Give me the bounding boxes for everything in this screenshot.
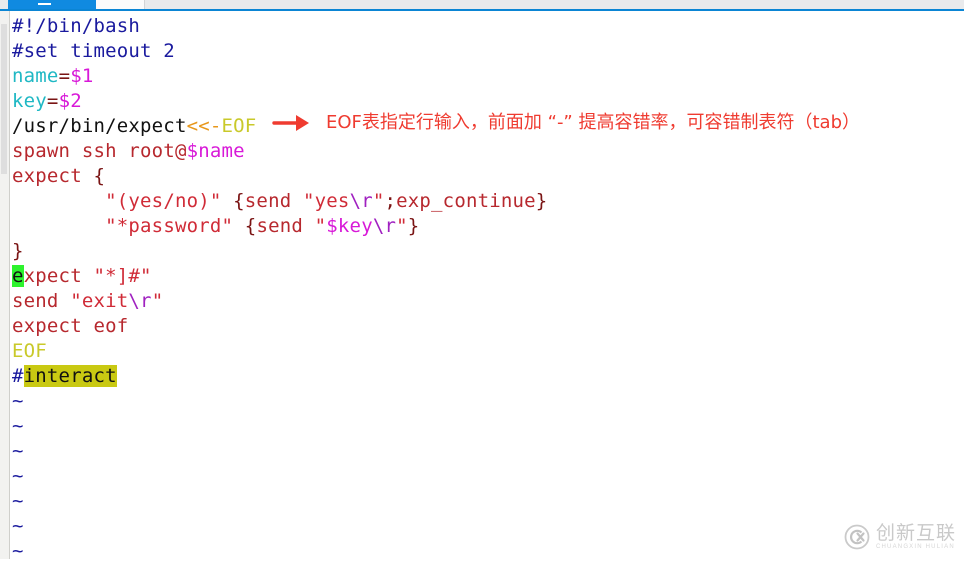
code-token: e (12, 265, 24, 287)
code-token: send (12, 290, 71, 312)
right-arrow-icon (272, 109, 312, 137)
code-token: "(yes/no)" (105, 190, 222, 212)
code-token: send (244, 190, 303, 212)
vertical-scrollbar[interactable] (0, 11, 10, 559)
editor-line[interactable]: ~ (12, 539, 24, 564)
code-token: { (244, 215, 257, 237)
editor-line[interactable]: expect eof (12, 314, 128, 339)
editor-line[interactable]: #interact (12, 364, 117, 389)
code-token: { (93, 165, 106, 187)
code-token: spawn ssh root@ (12, 140, 187, 162)
editor-line[interactable]: send "exit\r" (12, 289, 163, 314)
editor-line[interactable]: spawn ssh root@$name (12, 139, 245, 164)
annotation-callout: EOF表指定行输入，前面加 “-” 提高容错率，可容错制表符（tab） (272, 109, 860, 137)
code-token: EOF (12, 340, 47, 362)
code-token: } (535, 190, 548, 212)
editor-line[interactable]: "*password" {send "$key\r"} (12, 214, 419, 239)
code-token: ~ (12, 440, 24, 462)
editor-line[interactable]: #set timeout 2 (12, 39, 175, 64)
code-token: EOF (221, 115, 257, 137)
code-token: "*password" (105, 215, 234, 237)
code-token: ~ (12, 415, 24, 437)
editor-line[interactable]: expect { (12, 164, 105, 189)
editor-line[interactable]: ~ (12, 439, 24, 464)
scrollbar-thumb[interactable] (1, 24, 7, 174)
window-titlebar (0, 0, 964, 12)
code-token: $1 (70, 65, 94, 87)
code-token: ~ (12, 490, 24, 512)
code-token: expect eof (12, 315, 129, 337)
editor-line[interactable]: ~ (12, 514, 24, 539)
watermark: 创新互联 CHUANGXIN HULIAN (843, 523, 956, 551)
code-token: ~ (12, 515, 24, 537)
code-token: \r (372, 215, 397, 237)
code-token: interact (23, 365, 117, 387)
watermark-cn-text: 创新互联 (875, 522, 956, 544)
code-token: "yes (303, 190, 350, 212)
code-token: expect (12, 165, 94, 187)
code-token: <<- (186, 115, 222, 137)
code-token: } (407, 215, 420, 237)
code-token: /usr/bin/expect (12, 115, 187, 137)
editor-line[interactable]: "(yes/no)" {send "yes\r";exp_continue} (12, 189, 547, 214)
code-token: $name (186, 140, 245, 162)
code-token: "*]#" (93, 265, 152, 287)
code-token: name (12, 65, 59, 87)
editor-line[interactable]: /usr/bin/expect<<-EOF (12, 114, 256, 139)
code-token: " (151, 290, 164, 312)
editor-line[interactable]: #!/bin/bash (12, 14, 140, 39)
code-token: " (372, 190, 385, 212)
code-token: send (256, 215, 315, 237)
code-token: ~ (12, 465, 24, 487)
code-token: \r (128, 290, 152, 312)
code-token: $2 (58, 90, 82, 112)
minimize-icon[interactable] (38, 3, 51, 5)
editor-line[interactable]: name=$1 (12, 64, 93, 89)
editor-line[interactable]: EOF (12, 339, 47, 364)
editor-line[interactable]: ~ (12, 464, 24, 489)
code-token: #!/bin/bash (12, 15, 141, 37)
code-token: " (396, 215, 408, 237)
code-token: \r (349, 190, 373, 212)
editor-line[interactable]: } (12, 239, 24, 264)
code-token: ~ (12, 390, 24, 412)
watermark-en-text: CHUANGXIN HULIAN (875, 544, 955, 550)
code-token: = (58, 65, 71, 87)
cx-circle-logo-icon (843, 523, 871, 551)
code-token: "exit (70, 290, 129, 312)
editor-line[interactable]: expect "*]#" (12, 264, 152, 289)
editor-line[interactable]: key=$2 (12, 89, 82, 114)
code-token: exp_continue (396, 190, 536, 212)
code-token: " (314, 215, 327, 237)
code-token: } (12, 240, 24, 262)
editor-line[interactable]: ~ (12, 489, 24, 514)
code-token: xpect (23, 265, 94, 287)
code-token: # (12, 365, 24, 387)
editor-line[interactable]: ~ (12, 414, 24, 439)
vim-editor-text-area[interactable]: #!/bin/bash #set timeout 2 name=$1 key=$2/u… (10, 11, 964, 562)
code-token: ; (384, 190, 397, 212)
code-token: #set timeout 2 (12, 40, 175, 62)
code-token: key (12, 90, 47, 112)
editor-line[interactable]: ~ (12, 389, 24, 414)
code-token: = (46, 90, 59, 112)
annotation-text: EOF表指定行输入，前面加 “-” 提高容错率，可容错制表符（tab） (326, 112, 860, 133)
code-token: { (233, 190, 245, 212)
code-token: $key (326, 215, 373, 237)
